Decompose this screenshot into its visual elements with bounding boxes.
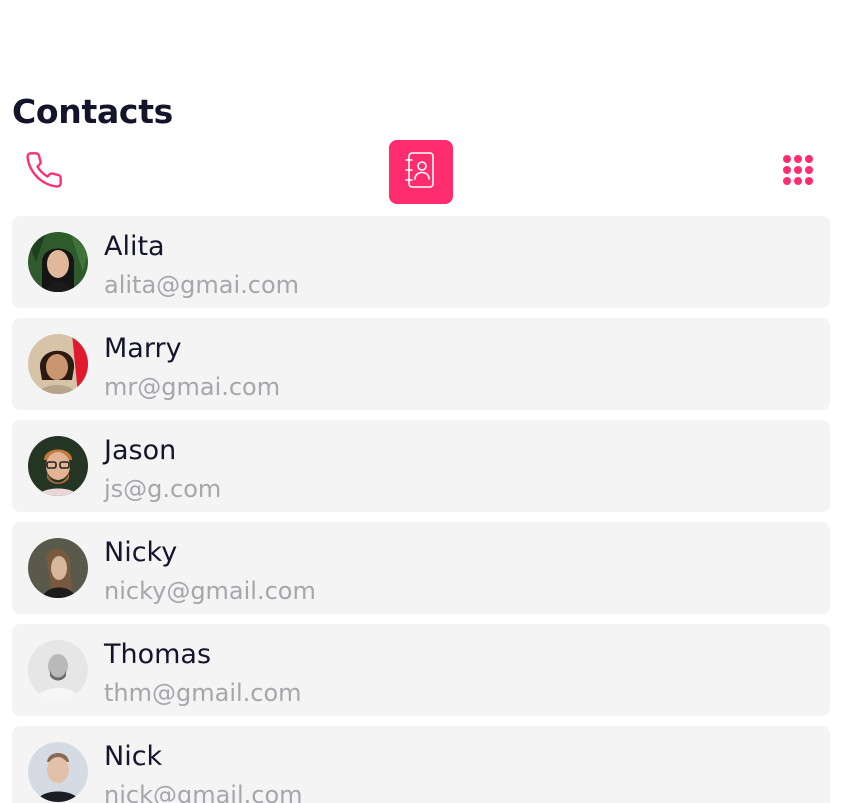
keypad-tab-button[interactable] [766, 140, 830, 204]
contact-card[interactable]: Jason js@g.com [12, 420, 830, 512]
contacts-tab-button[interactable] [389, 140, 453, 204]
contact-name: Alita [104, 231, 165, 262]
contact-name: Nicky [104, 537, 178, 568]
contact-name: Jason [104, 435, 177, 466]
phone-icon [24, 150, 64, 194]
contact-name: Nick [104, 741, 163, 772]
contacts-screen: Contacts Alita alita@gmai.com Marry mr@g… [0, 0, 842, 803]
calls-tab-button[interactable] [12, 140, 76, 204]
contact-email: nick@gmail.com [104, 781, 303, 803]
contact-email: js@g.com [104, 475, 222, 503]
avatar [28, 436, 88, 496]
contact-name: Thomas [104, 639, 212, 670]
avatar [28, 742, 88, 802]
contact-email: thm@gmail.com [104, 679, 302, 707]
avatar [28, 538, 88, 598]
address-book-icon [403, 150, 439, 194]
avatar [28, 232, 88, 292]
avatar [28, 334, 88, 394]
contact-card[interactable]: Alita alita@gmai.com [12, 216, 830, 308]
contact-list: Alita alita@gmai.com Marry mr@gmai.com J… [12, 216, 830, 803]
contact-card[interactable]: Nicky nicky@gmail.com [12, 522, 830, 614]
contact-email: mr@gmai.com [104, 373, 281, 401]
avatar [28, 640, 88, 700]
contact-card[interactable]: Marry mr@gmai.com [12, 318, 830, 410]
contact-email: nicky@gmail.com [104, 577, 316, 605]
contact-card[interactable]: Thomas thm@gmail.com [12, 624, 830, 716]
toolbar [0, 140, 842, 204]
contact-email: alita@gmai.com [104, 271, 300, 299]
grid-dots-icon [782, 154, 814, 190]
contact-name: Marry [104, 333, 182, 364]
page-title: Contacts [12, 92, 174, 131]
contact-card[interactable]: Nick nick@gmail.com [12, 726, 830, 803]
